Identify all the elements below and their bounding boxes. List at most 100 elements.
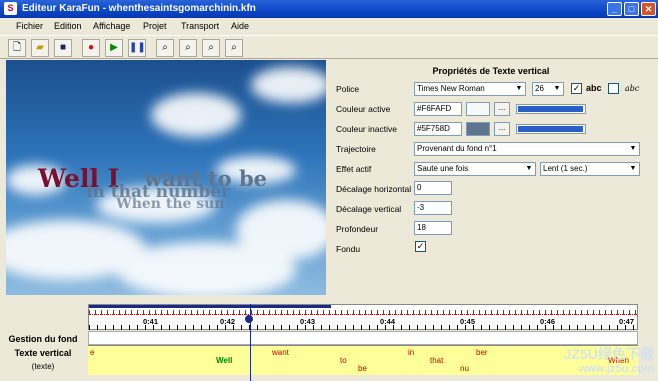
beat-marks (89, 310, 637, 315)
active-color-swatch[interactable] (466, 102, 490, 116)
font-size-select[interactable]: 26 ▼ (532, 82, 564, 96)
slider-fill (518, 106, 584, 112)
lyrics-preview[interactable]: Well I want to be in that number When th… (6, 60, 326, 295)
font-size-value: 26 (535, 84, 544, 93)
title-bar: S Editeur KaraFun - whenthesaintsgomarch… (0, 0, 658, 18)
italic-label: abc (625, 84, 640, 93)
chevron-down-icon: ▼ (515, 85, 523, 92)
couleur-inactive-label: Couleur inactive (336, 124, 397, 134)
maximize-button[interactable]: □ (624, 2, 639, 16)
tick-label: 0:41 (143, 317, 159, 326)
font-select[interactable]: Times New Roman ▼ (414, 82, 526, 96)
decalage-vertical-label: Décalage vertical (336, 204, 402, 214)
zoom-icon[interactable]: ⌕ (156, 39, 174, 57)
effet-speed-value: Lent (1 sec.) (543, 164, 588, 173)
tick-label: 0:43 (300, 317, 316, 326)
font-select-value: Times New Roman (417, 84, 485, 93)
watermark-line-1: JZ5U绿色下载 (563, 346, 654, 362)
lyric-word[interactable]: want (272, 348, 289, 357)
lyric-word[interactable]: that (430, 356, 443, 365)
menu-aide[interactable]: Aide (231, 21, 249, 31)
italic-checkbox[interactable] (608, 83, 619, 94)
lyric-word[interactable]: Well (216, 356, 232, 365)
tick-label: 0:44 (380, 317, 396, 326)
inactive-color-swatch[interactable] (466, 122, 490, 136)
profondeur-label: Profondeur (336, 224, 379, 234)
decalage-vertical-input[interactable]: -3 (414, 201, 452, 215)
pause-icon[interactable]: ❚❚ (128, 39, 146, 57)
lyric-word[interactable]: nu (460, 364, 469, 373)
chevron-down-icon: ▼ (629, 165, 637, 172)
menu-affichage[interactable]: Affichage (93, 21, 130, 31)
track-gestion-du-fond[interactable]: Gestion du fond (0, 334, 86, 344)
save-icon[interactable]: ■ (54, 39, 72, 57)
playhead-line (250, 304, 251, 381)
effet-select[interactable]: Saute une fois ▼ (414, 162, 536, 176)
close-button[interactable]: ✕ (641, 2, 656, 16)
tick-label: 0:42 (220, 317, 236, 326)
chevron-down-icon: ▼ (629, 145, 637, 152)
lyric-line-3: When the sun (116, 196, 225, 212)
bold-checkbox[interactable]: ✓ (571, 83, 582, 94)
profondeur-input[interactable]: 18 (414, 221, 452, 235)
track-texte-vertical[interactable]: Texte vertical (0, 348, 86, 358)
play-icon[interactable]: ▶ (105, 39, 123, 57)
police-label: Police (336, 84, 360, 94)
lyric-word[interactable]: to (340, 356, 347, 365)
decalage-horizontal-input[interactable]: 0 (414, 181, 452, 195)
zoom-in-icon[interactable]: ⌕ (179, 39, 197, 57)
chevron-down-icon: ▼ (553, 85, 561, 92)
fondu-checkbox[interactable]: ✓ (415, 241, 426, 252)
effet-actif-label: Effet actif (336, 164, 372, 174)
time-ruler[interactable]: 0:41 0:42 0:43 0:44 0:45 0:46 0:47 (88, 304, 638, 330)
fondu-label: Fondu (336, 244, 361, 254)
menu-edition[interactable]: Edition (54, 21, 82, 31)
slider-fill (518, 126, 584, 132)
toolbar: 🗋 ▰ ■ ● ▶ ❚❚ ⌕ ⌕ ⌕ ⌕ (0, 35, 658, 59)
app-icon: S (4, 2, 17, 15)
couleur-active-label: Couleur active (336, 104, 391, 114)
zoom-fit-icon[interactable]: ⌕ (225, 39, 243, 57)
lyric-word[interactable]: e (90, 348, 94, 357)
lyrics-track[interactable]: e Well want to be in that nu ber When (88, 345, 638, 375)
active-color-browse-button[interactable]: ... (494, 102, 510, 116)
playhead-handle[interactable] (245, 315, 253, 323)
timeline: Gestion du fond Texte vertical (texte) 0… (0, 300, 658, 381)
effet-value: Saute une fois (417, 164, 469, 173)
properties-panel: Propriétés de Texte vertical Police Time… (332, 60, 650, 295)
trajectoire-value: Provenant du fond n°1 (417, 144, 497, 153)
lyric-word[interactable]: be (358, 364, 367, 373)
effet-speed-select[interactable]: Lent (1 sec.) ▼ (540, 162, 640, 176)
bold-label: abc (586, 83, 602, 93)
decalage-horizontal-label: Décalage horizontal (336, 184, 412, 194)
active-opacity-slider[interactable] (516, 104, 586, 114)
new-file-icon[interactable]: 🗋 (8, 39, 26, 57)
inactive-color-input[interactable]: #5F758D (414, 122, 462, 136)
tick-label: 0:45 (460, 317, 476, 326)
chevron-down-icon: ▼ (525, 165, 533, 172)
active-color-input[interactable]: #F6FAFD (414, 102, 462, 116)
tick-label: 0:47 (619, 317, 635, 326)
tick-label: 0:46 (540, 317, 556, 326)
minimize-button[interactable]: _ (607, 2, 622, 16)
inactive-color-browse-button[interactable]: ... (494, 122, 510, 136)
trajectoire-label: Trajectoire (336, 144, 376, 154)
inactive-opacity-slider[interactable] (516, 124, 586, 134)
open-folder-icon[interactable]: ▰ (31, 39, 49, 57)
menu-bar: Fichier Edition Affichage Projet Transpo… (0, 18, 658, 34)
trajectoire-select[interactable]: Provenant du fond n°1 ▼ (414, 142, 640, 156)
menu-fichier[interactable]: Fichier (16, 21, 43, 31)
selection-range (89, 305, 331, 308)
watermark-line-2: www.jz5u.com (578, 363, 654, 375)
track-texte[interactable]: (texte) (0, 362, 86, 371)
watermark: JZ5U绿色下载 www.jz5u.com (564, 347, 654, 377)
menu-transport[interactable]: Transport (181, 21, 219, 31)
properties-title: Propriétés de Texte vertical (432, 66, 550, 76)
menu-projet[interactable]: Projet (143, 21, 167, 31)
zoom-out-icon[interactable]: ⌕ (202, 39, 220, 57)
lyric-word[interactable]: in (408, 348, 414, 357)
background-track[interactable] (88, 331, 638, 345)
record-icon[interactable]: ● (82, 39, 100, 57)
window-title: Editeur KaraFun - whenthesaintsgomarchin… (22, 3, 256, 14)
lyric-word[interactable]: ber (476, 348, 488, 357)
